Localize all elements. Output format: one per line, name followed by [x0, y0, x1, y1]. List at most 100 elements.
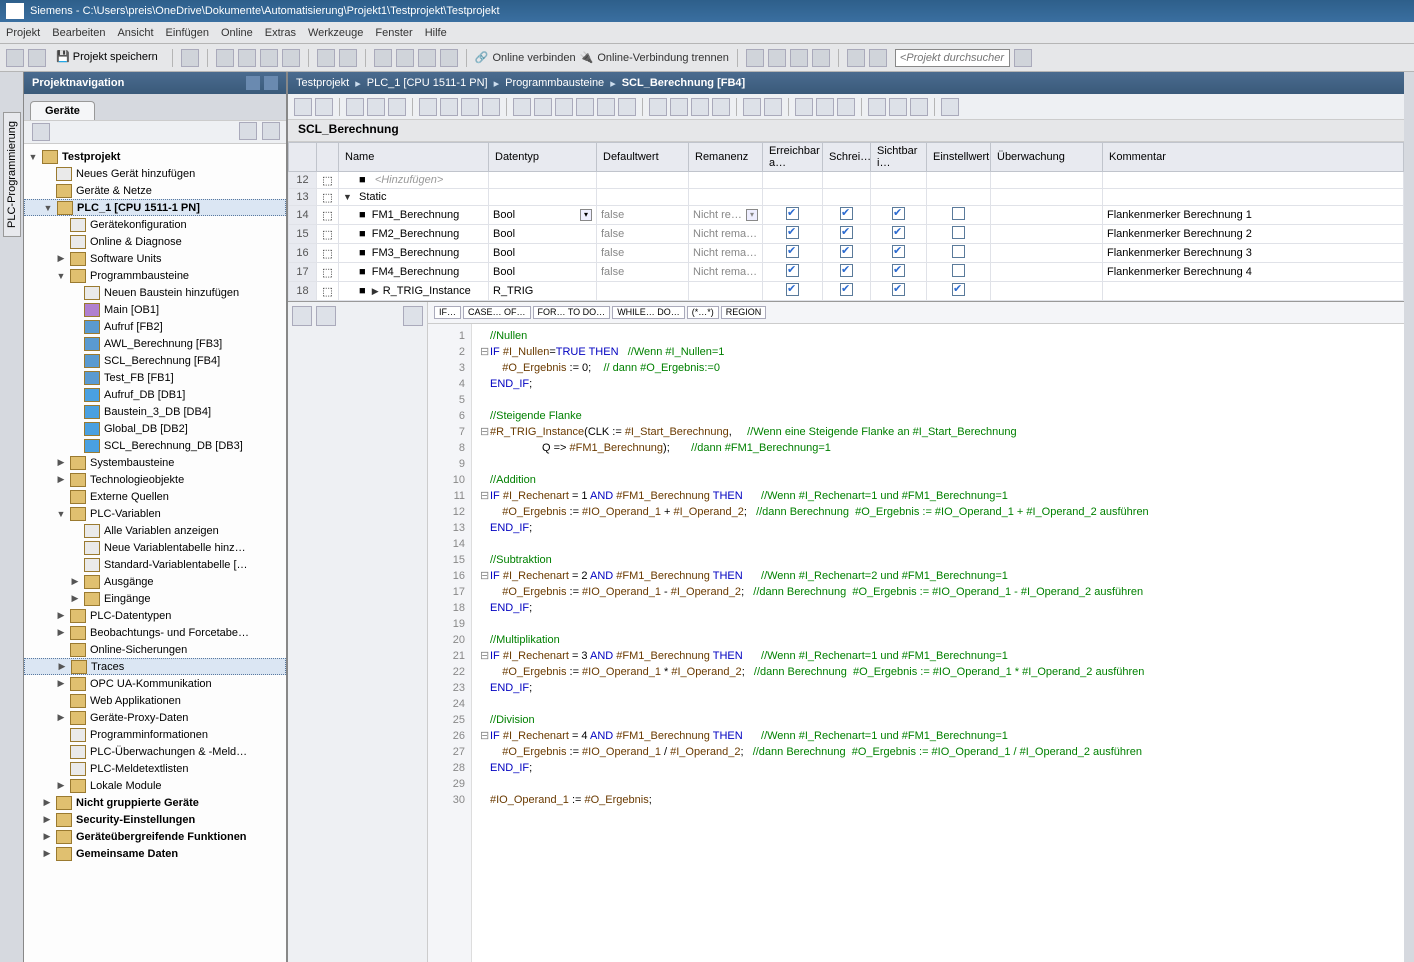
monitor-cell[interactable]: [991, 244, 1103, 263]
reachable-cell[interactable]: [763, 206, 823, 225]
write-cell[interactable]: [823, 206, 871, 225]
column-header[interactable]: Remanenz: [689, 143, 763, 172]
expander-icon[interactable]: ▼: [28, 152, 38, 162]
tree-node[interactable]: PLC-Meldetextlisten: [24, 760, 286, 777]
fold-icon[interactable]: ⊟: [480, 344, 490, 360]
undo-icon[interactable]: [317, 49, 335, 67]
copy-icon[interactable]: [238, 49, 256, 67]
project-tree[interactable]: ▼TestprojektNeues Gerät hinzufügenGeräte…: [24, 144, 286, 962]
name-cell[interactable]: ▼ Static: [339, 189, 489, 206]
name-cell[interactable]: ■ FM3_Berechnung: [339, 244, 489, 263]
reachable-cell[interactable]: [763, 225, 823, 244]
layout2-icon[interactable]: [869, 49, 887, 67]
tree-node[interactable]: SCL_Berechnung [FB4]: [24, 352, 286, 369]
setpoint-cell[interactable]: [927, 225, 991, 244]
checkbox-icon[interactable]: [892, 245, 905, 258]
tree-node[interactable]: ▶Lokale Module: [24, 777, 286, 794]
tool3-icon[interactable]: [790, 49, 808, 67]
snippet-button[interactable]: CASE… OF…: [463, 306, 531, 320]
tree-node[interactable]: Test_FB [FB1]: [24, 369, 286, 386]
tree-node[interactable]: Web Applikationen: [24, 692, 286, 709]
ed-tool-icon[interactable]: [440, 98, 458, 116]
tree-node[interactable]: Neue Variablentabelle hinz…: [24, 539, 286, 556]
expander-icon[interactable]: ▶: [56, 610, 66, 621]
column-header[interactable]: [317, 143, 339, 172]
monitor-cell[interactable]: [991, 172, 1103, 189]
tree-node[interactable]: ▶Gemeinsame Daten: [24, 845, 286, 862]
tree-node[interactable]: ▼PLC-Variablen: [24, 505, 286, 522]
tree-node[interactable]: ▶Security-Einstellungen: [24, 811, 286, 828]
tree-node[interactable]: Programminformationen: [24, 726, 286, 743]
var-row[interactable]: 18 ⬚ ■ ▶R_TRIG_Instance R_TRIG: [289, 282, 1404, 301]
code-leftbar-icon[interactable]: [316, 306, 336, 326]
menu-online[interactable]: Online: [221, 27, 253, 39]
checkbox-icon[interactable]: [786, 226, 799, 239]
go-offline-button[interactable]: 🔌 Online-Verbindung trennen: [580, 51, 729, 64]
reachable-cell[interactable]: [763, 263, 823, 282]
menu-werkzeuge[interactable]: Werkzeuge: [308, 27, 363, 39]
var-row[interactable]: 12 ⬚ ■ <Hinzufügen>: [289, 172, 1404, 189]
upload-icon[interactable]: [396, 49, 414, 67]
default-cell[interactable]: [597, 189, 689, 206]
monitor-cell[interactable]: [991, 206, 1103, 225]
nav-view2-icon[interactable]: [262, 122, 280, 140]
ed-tool-icon[interactable]: [889, 98, 907, 116]
visible-cell[interactable]: [871, 206, 927, 225]
datatype-cell[interactable]: Bool: [489, 225, 597, 244]
dropdown-icon[interactable]: ▾: [580, 209, 592, 221]
code-leftbar-icon[interactable]: [292, 306, 312, 326]
code-leftbar-icon[interactable]: [403, 306, 423, 326]
tree-node[interactable]: Aufruf_DB [DB1]: [24, 386, 286, 403]
tool1-icon[interactable]: [746, 49, 764, 67]
checkbox-icon[interactable]: [892, 207, 905, 220]
tree-node[interactable]: ▶Software Units: [24, 250, 286, 267]
ed-tool-icon[interactable]: [764, 98, 782, 116]
compile-icon[interactable]: [418, 49, 436, 67]
menu-bearbeiten[interactable]: Bearbeiten: [52, 27, 105, 39]
visible-cell[interactable]: [871, 263, 927, 282]
snippet-button[interactable]: REGION: [721, 306, 767, 320]
tree-node[interactable]: Global_DB [DB2]: [24, 420, 286, 437]
fold-icon[interactable]: ⊟: [480, 488, 490, 504]
ed-tool-icon[interactable]: [910, 98, 928, 116]
var-row[interactable]: 13 ⬚ ▼ Static: [289, 189, 1404, 206]
name-cell[interactable]: ■ <Hinzufügen>: [339, 172, 489, 189]
tree-node[interactable]: Neuen Baustein hinzufügen: [24, 284, 286, 301]
nav-header-icon2[interactable]: [264, 76, 278, 90]
monitor-cell[interactable]: [991, 282, 1103, 301]
ed-tool-icon[interactable]: [346, 98, 364, 116]
variable-table[interactable]: NameDatentypDefaultwertRemanenzErreichba…: [288, 142, 1404, 302]
menu-ansicht[interactable]: Ansicht: [117, 27, 153, 39]
datatype-cell[interactable]: R_TRIG: [489, 282, 597, 301]
ed-tool-icon[interactable]: [712, 98, 730, 116]
snippet-button[interactable]: FOR… TO DO…: [533, 306, 611, 320]
ed-tool-icon[interactable]: [555, 98, 573, 116]
ed-tool-icon[interactable]: [691, 98, 709, 116]
column-header[interactable]: Kommentar: [1103, 143, 1404, 172]
tree-node[interactable]: ▶Systembausteine: [24, 454, 286, 471]
new-project-icon[interactable]: [6, 49, 24, 67]
default-cell[interactable]: false: [597, 244, 689, 263]
menu-fenster[interactable]: Fenster: [375, 27, 412, 39]
remanence-cell[interactable]: [689, 172, 763, 189]
expander-icon[interactable]: ▶: [56, 253, 66, 264]
remanence-cell[interactable]: [689, 189, 763, 206]
expander-icon[interactable]: ▶: [42, 797, 52, 808]
setpoint-cell[interactable]: [927, 244, 991, 263]
tree-node[interactable]: Gerätekonfiguration: [24, 216, 286, 233]
checkbox-icon[interactable]: [840, 283, 853, 296]
fold-icon[interactable]: ⊟: [480, 728, 490, 744]
close-x-icon[interactable]: [812, 49, 830, 67]
fold-icon[interactable]: ⊟: [480, 424, 490, 440]
print-icon[interactable]: [181, 49, 199, 67]
column-header[interactable]: Schrei…: [823, 143, 871, 172]
tree-node[interactable]: Geräte & Netze: [24, 182, 286, 199]
var-row[interactable]: 17 ⬚ ■ FM4_Berechnung Bool false Nicht r…: [289, 263, 1404, 282]
var-row[interactable]: 14 ⬚ ■ FM1_Berechnung Bool▾ false Nicht …: [289, 206, 1404, 225]
tree-node[interactable]: ▼PLC_1 [CPU 1511-1 PN]: [24, 199, 286, 216]
comment-cell[interactable]: [1103, 172, 1404, 189]
checkbox-icon[interactable]: [840, 207, 853, 220]
write-cell[interactable]: [823, 172, 871, 189]
comment-cell[interactable]: [1103, 282, 1404, 301]
visible-cell[interactable]: [871, 172, 927, 189]
